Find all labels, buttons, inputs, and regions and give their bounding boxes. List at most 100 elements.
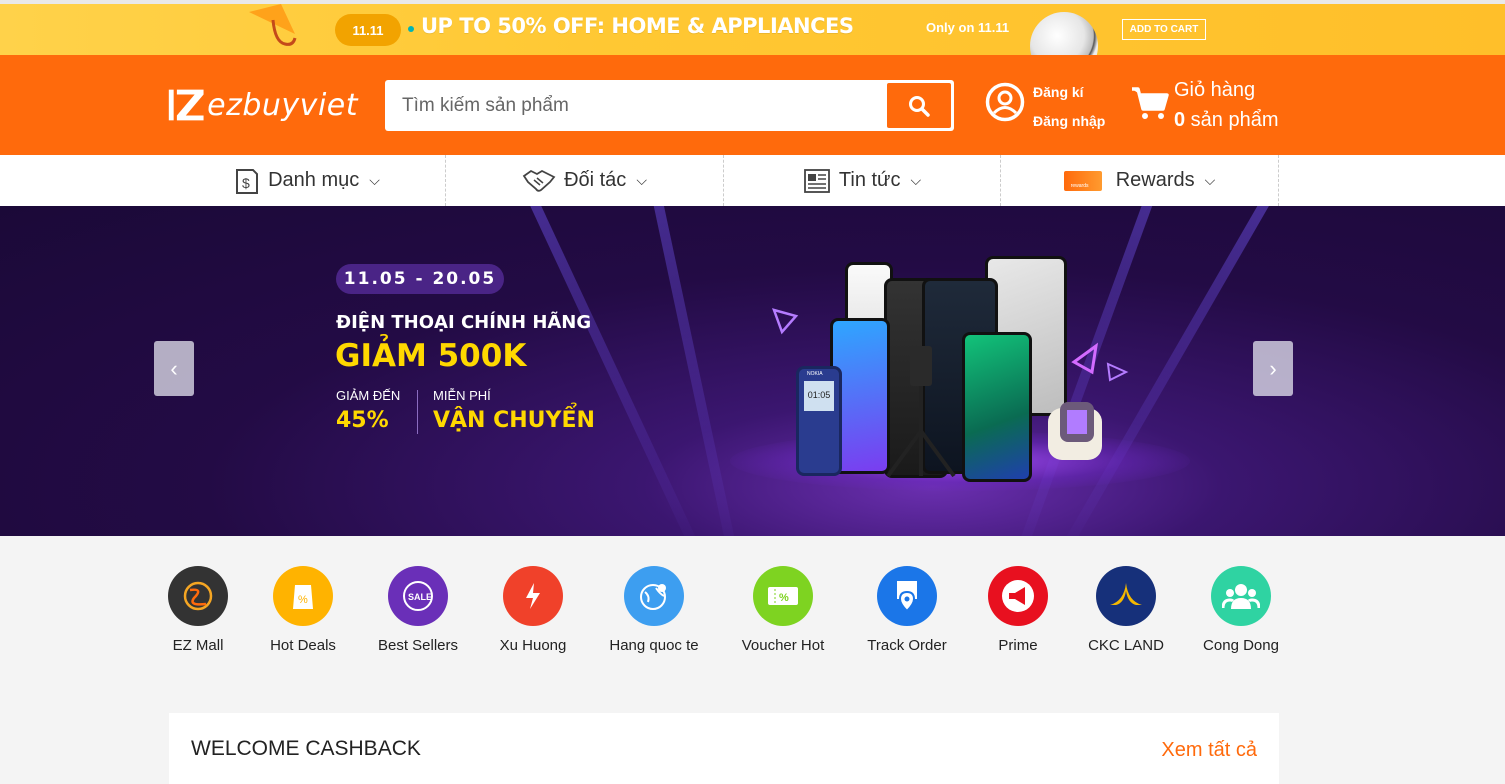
- triangle-decoration: [1071, 342, 1129, 382]
- nav-item-label: Đối tác: [564, 169, 627, 191]
- promo-add-to-cart-button[interactable]: ADD TO CART: [1122, 19, 1206, 40]
- chevron-down-icon: ⌵: [1204, 172, 1216, 188]
- hero-sub1-top: GIẢM ĐẾN: [336, 388, 401, 403]
- section-title: WELCOME CASHBACK: [191, 737, 421, 760]
- nav-item-categories[interactable]: $ Danh mục ⌵: [169, 155, 446, 206]
- category-label: Prime: [998, 637, 1038, 654]
- hero-sub2-bottom: VẬN CHUYỂN: [433, 408, 595, 433]
- triangle-decoration: [772, 308, 799, 335]
- megaphone-icon: [988, 566, 1048, 626]
- welcome-cashback-section: WELCOME CASHBACK Xem tất cả: [169, 713, 1279, 784]
- category-label: Xu Huong: [499, 637, 567, 654]
- chevron-down-icon: ⌵: [636, 172, 647, 188]
- nav-item-label: Danh mục: [268, 169, 360, 191]
- cart-unit: sản phẩm: [1185, 109, 1279, 131]
- category-label: Cong Dong: [1203, 637, 1279, 654]
- svg-text:%: %: [298, 594, 308, 606]
- category-label: Hot Deals: [270, 637, 336, 654]
- category-ez-mall[interactable]: EZ Mall: [138, 566, 258, 666]
- light-beam: [521, 206, 709, 536]
- phone-image: [962, 332, 1032, 482]
- svg-text:%: %: [779, 592, 789, 604]
- account-area: Đăng kí Đăng nhập: [985, 80, 1115, 132]
- umbrella-icon: [249, 4, 297, 46]
- search-bar: [385, 80, 954, 131]
- news-icon: [804, 168, 830, 193]
- chevron-down-icon: ⌵: [910, 172, 922, 188]
- category-shortcuts: EZ Mall % Hot Deals SALE Best Sellers Xu…: [160, 566, 1290, 666]
- category-label: Voucher Hot: [741, 637, 825, 654]
- nav-item-label: Rewards: [1115, 169, 1195, 191]
- category-hot-deals[interactable]: % Hot Deals: [243, 566, 363, 666]
- register-link[interactable]: Đăng kí: [1033, 84, 1084, 100]
- cart[interactable]: Giỏ hàng 0 sản phẩm: [1130, 77, 1300, 137]
- tripod-image: [886, 346, 956, 478]
- chevron-right-icon: ›: [1269, 355, 1277, 381]
- handshake-icon: [522, 169, 556, 192]
- category-prime[interactable]: Prime: [958, 566, 1078, 666]
- appliance-image: [1030, 12, 1098, 55]
- svg-text:$: $: [242, 175, 250, 191]
- category-label: CKC LAND: [1088, 637, 1164, 654]
- nav-item-partners[interactable]: Đối tác ⌵: [446, 155, 724, 206]
- category-label: Best Sellers: [377, 637, 459, 654]
- view-all-link[interactable]: Xem tất cả: [1161, 739, 1257, 762]
- main-nav: $ Danh mục ⌵ Đối tác ⌵ Tin tức ⌵ rewards…: [0, 155, 1505, 206]
- category-label: Track Order: [867, 637, 947, 654]
- hot-deals-icon: %: [273, 566, 333, 626]
- category-ckc-land[interactable]: CKC LAND: [1066, 566, 1186, 666]
- feature-phone-brand: NOKIA: [807, 371, 823, 377]
- login-link[interactable]: Đăng nhập: [1033, 113, 1105, 129]
- nav-item-news[interactable]: Tin tức ⌵: [724, 155, 1001, 206]
- category-label: Hang quoc te: [609, 637, 699, 654]
- hero-divider: [417, 390, 418, 434]
- carousel-prev-button[interactable]: ‹: [154, 341, 194, 396]
- hero-line1: ĐIỆN THOẠI CHÍNH HÃNG: [336, 312, 592, 333]
- community-icon: [1211, 566, 1271, 626]
- cart-title: Giỏ hàng: [1174, 79, 1256, 101]
- user-icon[interactable]: [985, 82, 1025, 122]
- logo-text: ezbuyviet: [207, 87, 358, 123]
- site-header: ezbuyviet Đăng kí Đăng nhập Giỏ hàng 0 s…: [0, 55, 1505, 155]
- browser-edge: [0, 0, 1505, 4]
- feature-phone-screen: 01:05: [804, 381, 834, 411]
- track-order-icon: [877, 566, 937, 626]
- rewards-icon: rewards: [1063, 170, 1102, 191]
- voucher-icon: %: [753, 566, 813, 626]
- hero-line2: GIẢM 500K: [335, 338, 527, 374]
- category-label: EZ Mall: [172, 637, 224, 654]
- cart-icon: [1132, 87, 1169, 119]
- promo-dot: [408, 26, 414, 32]
- smartwatch-image: [1048, 402, 1102, 460]
- cart-summary: 0 sản phẩm: [1174, 109, 1279, 132]
- ez-mall-icon: [168, 566, 228, 626]
- chevron-left-icon: ‹: [170, 355, 178, 381]
- rewards-icon-text: rewards: [1070, 182, 1089, 189]
- promo-headline: UP TO 50% OFF: HOME & APPLIANCES: [421, 14, 854, 38]
- category-community[interactable]: Cong Dong: [1181, 566, 1301, 666]
- feature-phone-image: 01:05 NOKIA: [796, 366, 842, 476]
- hero-date: 11.05 - 20.05: [336, 264, 504, 294]
- logo[interactable]: ezbuyviet: [168, 80, 358, 130]
- category-best-sellers[interactable]: SALE Best Sellers: [358, 566, 478, 666]
- logo-mark-icon: [168, 89, 204, 121]
- category-international[interactable]: Hang quoc te: [594, 566, 714, 666]
- hero-sub1-bottom: 45%: [336, 408, 389, 433]
- category-track-order[interactable]: Track Order: [847, 566, 967, 666]
- svg-text:SALE: SALE: [408, 592, 432, 602]
- nav-item-rewards[interactable]: rewards Rewards ⌵: [1001, 155, 1279, 206]
- sale-icon: SALE: [388, 566, 448, 626]
- carousel-next-button[interactable]: ›: [1253, 341, 1293, 396]
- cart-count: 0: [1174, 109, 1186, 131]
- promo-banner[interactable]: 11.11 UP TO 50% OFF: HOME & APPLIANCES O…: [0, 0, 1505, 55]
- category-trend[interactable]: Xu Huong: [473, 566, 593, 666]
- search-input[interactable]: [385, 80, 885, 131]
- chevron-down-icon: ⌵: [369, 172, 380, 188]
- promo-badge: 11.11: [335, 14, 401, 46]
- hero-sub2-top: MIỄN PHÍ: [433, 388, 491, 403]
- receipt-icon: $: [236, 168, 259, 194]
- search-button[interactable]: [887, 83, 951, 128]
- ckc-land-icon: [1096, 566, 1156, 626]
- search-icon: [909, 95, 930, 117]
- category-voucher-hot[interactable]: % Voucher Hot: [723, 566, 843, 666]
